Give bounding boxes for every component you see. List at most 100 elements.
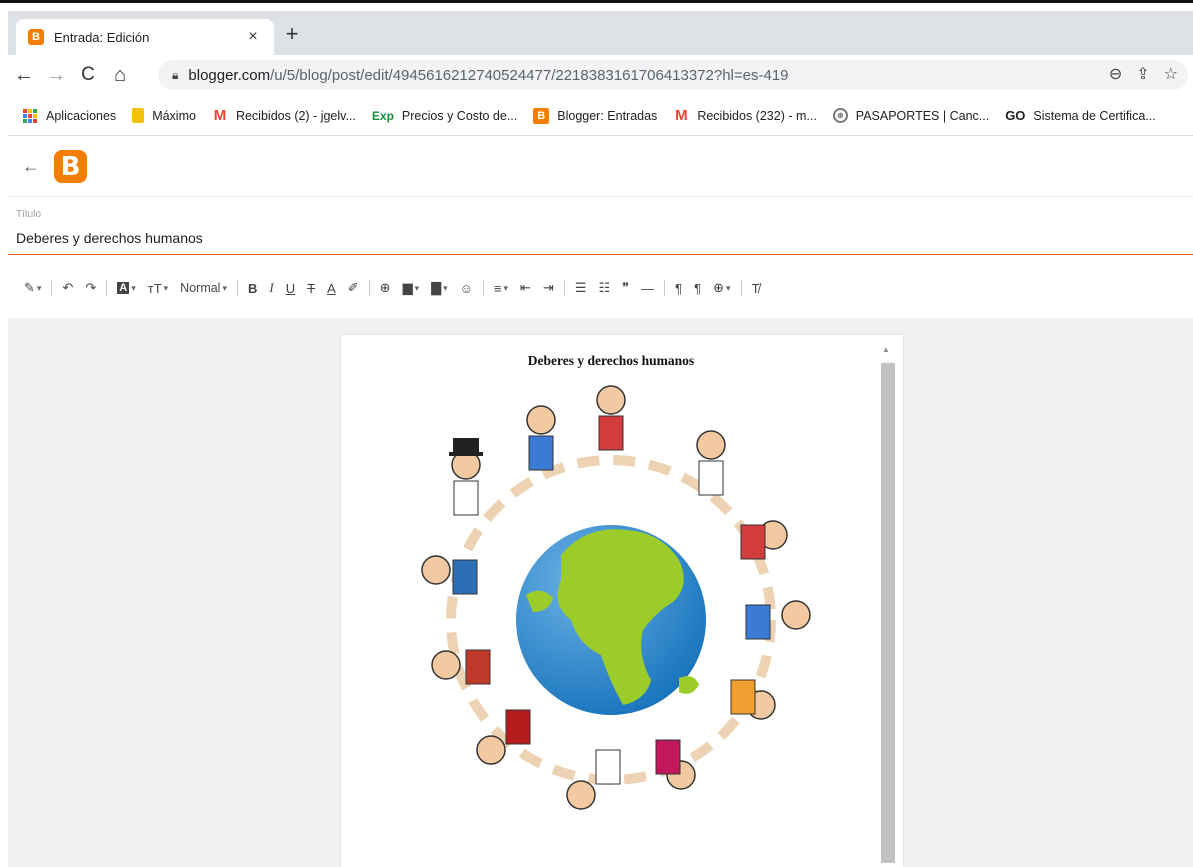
- reload-button[interactable]: C: [72, 59, 104, 91]
- blogger-logo-icon[interactable]: B: [54, 150, 87, 183]
- bookmark-exp[interactable]: Exp Precios y Costo de...: [372, 108, 517, 124]
- text-style-button[interactable]: A ▾: [111, 282, 141, 294]
- numbered-list-icon[interactable]: ☷: [593, 280, 617, 296]
- bookmark-label: Máximo: [152, 108, 196, 123]
- align-button[interactable]: ≡ ▾: [488, 281, 514, 296]
- bookmark-blogger[interactable]: B Blogger: Entradas: [533, 107, 658, 124]
- post-title-field[interactable]: Título Deberes y derechos humanos: [8, 205, 1193, 255]
- zoom-icon[interactable]: ⊖: [1109, 64, 1122, 84]
- post-heading[interactable]: Deberes y derechos humanos: [341, 353, 881, 369]
- align-icon: ≡: [493, 280, 502, 296]
- italic-button[interactable]: I: [263, 280, 279, 296]
- title-label: Título: [16, 209, 42, 220]
- chevron-down-icon: ▾: [222, 282, 227, 293]
- indent-more-icon[interactable]: ⇥: [537, 280, 560, 296]
- insert-image-button[interactable]: ▆ ▾: [397, 280, 426, 296]
- exp-icon: Exp: [371, 108, 394, 123]
- back-button[interactable]: ←: [8, 59, 40, 91]
- tab-strip: B Entrada: Edición × +: [8, 11, 1193, 55]
- scroll-up-icon[interactable]: ▲: [882, 345, 890, 354]
- clear-format-icon[interactable]: T̸: [746, 281, 766, 296]
- bookmark-certificados[interactable]: GO Sistema de Certifica...: [1005, 108, 1156, 124]
- gmail-icon: M: [675, 107, 688, 124]
- chevron-down-icon: ▾: [414, 282, 420, 293]
- post-body-editor[interactable]: Deberes y derechos humanos ▲: [341, 335, 903, 867]
- bookmarks-bar: Aplicaciones Máximo M Recibidos (2) - jg…: [8, 96, 1193, 136]
- bookmark-label: Blogger: Entradas: [557, 108, 658, 123]
- paragraph-value: Normal: [180, 281, 221, 295]
- text-style-icon: A: [117, 282, 130, 294]
- redo-icon[interactable]: ↷: [79, 280, 102, 296]
- bookmark-aplicaciones[interactable]: Aplicaciones: [22, 108, 116, 124]
- share-icon[interactable]: ⇪: [1136, 64, 1149, 84]
- chevron-down-icon: ▾: [163, 282, 169, 293]
- font-size-icon: тT: [147, 280, 162, 296]
- window-top-edge: [0, 0, 1193, 10]
- bookmark-gmail-2[interactable]: M Recibidos (232) - m...: [673, 107, 817, 124]
- indent-less-icon[interactable]: ⇤: [514, 280, 537, 296]
- home-button[interactable]: ⌂: [104, 59, 136, 91]
- browser-toolbar: ← → C ⌂ 🔒︎ blogger.com/u/5/blog/post/edi…: [8, 55, 1193, 95]
- forward-button[interactable]: →: [40, 59, 72, 91]
- divider: [740, 280, 742, 296]
- link-icon[interactable]: ⊕: [374, 280, 397, 296]
- globe-icon: ⊕: [713, 280, 725, 295]
- back-arrow-icon[interactable]: ←: [22, 156, 40, 177]
- bookmark-label: PASAPORTES | Canc...: [855, 108, 990, 123]
- chevron-down-icon: ▾: [726, 282, 731, 293]
- format-toolbar: ✎ ▾ ↶ ↷ A ▾ тT ▾ Normal ▾ B I U T A ✐ ⊕ ▆ ▾ ▇…: [8, 270, 1193, 306]
- blogger-favicon-icon: B: [28, 29, 44, 45]
- children-around-globe-image[interactable]: [411, 380, 811, 830]
- new-tab-button[interactable]: +: [280, 23, 304, 47]
- title-value[interactable]: Deberes y derechos humanos: [16, 230, 1193, 246]
- underline-button[interactable]: U: [280, 281, 301, 296]
- horizontal-rule-icon[interactable]: —: [635, 281, 660, 296]
- url-path: /u/5/blog/post/edit/4945616212740524477/…: [270, 66, 789, 84]
- divider: [563, 280, 565, 296]
- pen-icon: ✎: [24, 280, 35, 295]
- bulleted-list-icon[interactable]: ☰: [569, 280, 593, 296]
- bookmark-label: Recibidos (232) - m...: [697, 108, 817, 123]
- apps-icon: [22, 108, 38, 124]
- divider: [664, 280, 666, 296]
- address-bar[interactable]: 🔒︎ blogger.com/u/5/blog/post/edit/494561…: [158, 60, 1188, 90]
- blogger-icon: B: [533, 107, 550, 124]
- divider: [106, 280, 108, 296]
- paragraph-select[interactable]: Normal ▾: [174, 281, 233, 295]
- scroll-thumb[interactable]: [881, 363, 895, 863]
- ltr-icon[interactable]: ¶: [669, 281, 688, 296]
- bold-button[interactable]: B: [242, 281, 263, 296]
- go-icon: GO: [1005, 108, 1026, 123]
- compose-mode-button[interactable]: ✎ ▾: [18, 280, 47, 296]
- emoji-icon[interactable]: ☺: [454, 281, 479, 296]
- bookmark-maximo[interactable]: Máximo: [132, 108, 196, 123]
- insert-video-button[interactable]: ▇ ▾: [425, 280, 454, 296]
- undo-icon[interactable]: ↶: [56, 280, 79, 296]
- rtl-icon[interactable]: ¶: [688, 281, 707, 296]
- language-button[interactable]: ⊕ ▾: [707, 280, 736, 296]
- strikethrough-button[interactable]: T: [301, 281, 321, 296]
- chevron-down-icon: ▾: [131, 282, 136, 293]
- bookmark-label: Aplicaciones: [46, 108, 117, 123]
- video-icon: ▇: [431, 280, 442, 295]
- editor-scrollbar[interactable]: ▲: [881, 345, 895, 867]
- quote-icon[interactable]: ❞: [616, 280, 635, 296]
- browser-tab[interactable]: B Entrada: Edición ×: [16, 19, 274, 55]
- close-tab-icon[interactable]: ×: [244, 28, 262, 46]
- highlight-icon[interactable]: ✐: [342, 280, 365, 296]
- divider: [482, 280, 484, 296]
- bookmark-gmail-1[interactable]: M Recibidos (2) - jgelv...: [212, 107, 356, 124]
- lock-icon: 🔒︎: [172, 67, 179, 82]
- divider: [51, 280, 53, 296]
- tab-title: Entrada: Edición: [54, 29, 150, 45]
- bookmark-star-icon[interactable]: ☆: [1164, 64, 1178, 84]
- font-size-button[interactable]: тT ▾: [142, 281, 174, 296]
- seal-icon: ⊛: [832, 108, 848, 123]
- text-color-button[interactable]: A: [321, 281, 342, 296]
- bookmark-label: Sistema de Certifica...: [1033, 108, 1156, 123]
- bookmark-label: Recibidos (2) - jgelv...: [235, 108, 356, 123]
- bookmark-pasaportes[interactable]: ⊛ PASAPORTES | Canc...: [832, 108, 990, 123]
- chevron-down-icon: ▾: [36, 282, 42, 293]
- chevron-down-icon: ▾: [443, 282, 448, 293]
- globe-icon: [516, 525, 706, 715]
